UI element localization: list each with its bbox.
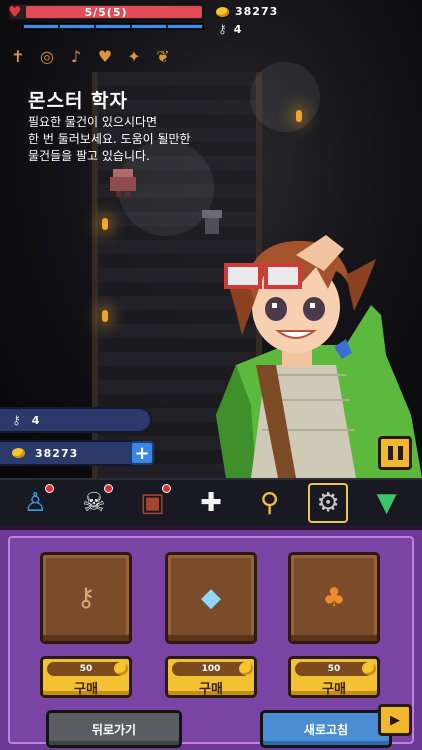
item-price: 100 (172, 662, 253, 676)
heart-relic-icon[interactable]: ♥ (93, 44, 117, 68)
skull-menu-icon[interactable]: ☠ (74, 483, 114, 523)
menu-bar: ♙ ☠ ▣ ✚ ⚲ ⚙ ▼ (0, 478, 422, 526)
gold-pill-amount: 38273 (35, 446, 79, 460)
carrot-item-icon: ♣ (322, 583, 346, 613)
gold-counter: 38273 (216, 5, 278, 18)
item-price-value: 100 (201, 664, 221, 674)
guitar-icon[interactable]: ♪ (64, 44, 88, 68)
dagger-icon[interactable]: ✝ (6, 44, 30, 68)
buy-button-label: 구매 (322, 682, 346, 697)
buy-button[interactable]: 100 구매 (165, 656, 257, 698)
shop-item-slot[interactable]: ♣ (288, 552, 380, 644)
buy-button[interactable]: 50 구매 (288, 656, 380, 698)
shop-item-slot[interactable]: ⚷ (40, 552, 132, 644)
collapse-menu-icon[interactable]: ▼ (367, 483, 407, 523)
torch (102, 310, 108, 322)
item-price-value: 50 (79, 664, 93, 674)
skull-glyph: ☠ (82, 488, 106, 518)
npc-dialog: 필요한 물건이 있으시다면 한 번 둘러보세요. 도움이 될만한 물건들을 팔고… (28, 115, 191, 163)
back-button-label: 뒤로가기 (91, 722, 137, 737)
torch (102, 218, 108, 230)
buy-button-label: 구매 (199, 682, 223, 697)
torch (296, 110, 302, 122)
key-pill: ⚷ 4 (0, 407, 152, 433)
search-menu-icon[interactable]: ⚲ (250, 483, 290, 523)
key-counter: ⚷ 4 (218, 22, 242, 36)
video-ad-icon[interactable]: ▶ (378, 704, 412, 736)
collapse-glyph: ▼ (376, 488, 397, 518)
back-button[interactable]: 뒤로가기 (46, 710, 182, 748)
coin-icon (216, 6, 229, 17)
shop-frame: ⚷ 50 구매 ◆ 100 구매 ♣ 50 구매 뒤로가기 새로고침 ▶ (8, 536, 414, 748)
mana-segment (132, 25, 166, 28)
add-gold-button[interactable]: + (130, 441, 154, 465)
character-menu-icon[interactable]: ♙ (15, 483, 55, 523)
key-icon: ⚷ (218, 22, 228, 36)
buy-button[interactable]: 50 구매 (40, 656, 132, 698)
coin-icon (362, 662, 376, 675)
ring-icon[interactable]: ◎ (35, 44, 59, 68)
relic-bar: ✝ ◎ ♪ ♥ ✦ ❦ (6, 44, 175, 68)
key-icon: ⚷ (12, 413, 22, 427)
notification-badge (162, 484, 172, 493)
gold-amount: 38273 (235, 5, 279, 18)
monster-sprite (110, 169, 136, 197)
item-price-value: 50 (327, 664, 341, 674)
backpack-glyph: ▣ (140, 488, 165, 518)
refresh-button[interactable]: 새로고침 (260, 710, 392, 748)
search-glyph: ⚲ (260, 488, 280, 518)
mana-segment (24, 25, 58, 28)
leaf-icon[interactable]: ❦ (151, 44, 175, 68)
backpack-menu-icon[interactable]: ▣ (132, 483, 172, 523)
mana-segment (60, 25, 94, 28)
item-price: 50 (295, 662, 376, 676)
heal-menu-icon[interactable]: ✚ (191, 483, 231, 523)
mana-segment (96, 25, 130, 28)
coin-icon (12, 448, 25, 458)
torch-icon[interactable]: ✦ (122, 44, 146, 68)
mana-bar (22, 23, 204, 30)
key-item-icon: ⚷ (76, 583, 96, 613)
pause-button[interactable] (378, 436, 412, 470)
notification-badge (103, 484, 113, 493)
settings-glyph: ⚙ (316, 488, 340, 518)
coin-icon (114, 662, 128, 675)
coin-icon (239, 662, 253, 675)
buy-button-label: 구매 (74, 682, 98, 697)
notification-badge (45, 484, 55, 493)
character-glyph: ♙ (23, 488, 47, 518)
refresh-button-label: 새로고침 (303, 722, 349, 737)
crystal-item-icon: ◆ (201, 583, 221, 613)
health-bar: ♥ 5/5(5) (8, 3, 204, 21)
key-amount: 4 (233, 22, 243, 36)
npc-name: 몬스터 학자 (28, 90, 129, 112)
mana-segment (168, 25, 202, 28)
key-pill-amount: 4 (31, 413, 41, 427)
health-text: 5/5(5) (84, 6, 128, 19)
item-price: 50 (47, 662, 128, 676)
settings-menu-icon[interactable]: ⚙ (308, 483, 349, 523)
heal-glyph: ✚ (200, 488, 222, 518)
shop-panel: ⚷ 50 구매 ◆ 100 구매 ♣ 50 구매 뒤로가기 새로고침 ▶ (0, 526, 422, 750)
shop-item-slot[interactable]: ◆ (165, 552, 257, 644)
